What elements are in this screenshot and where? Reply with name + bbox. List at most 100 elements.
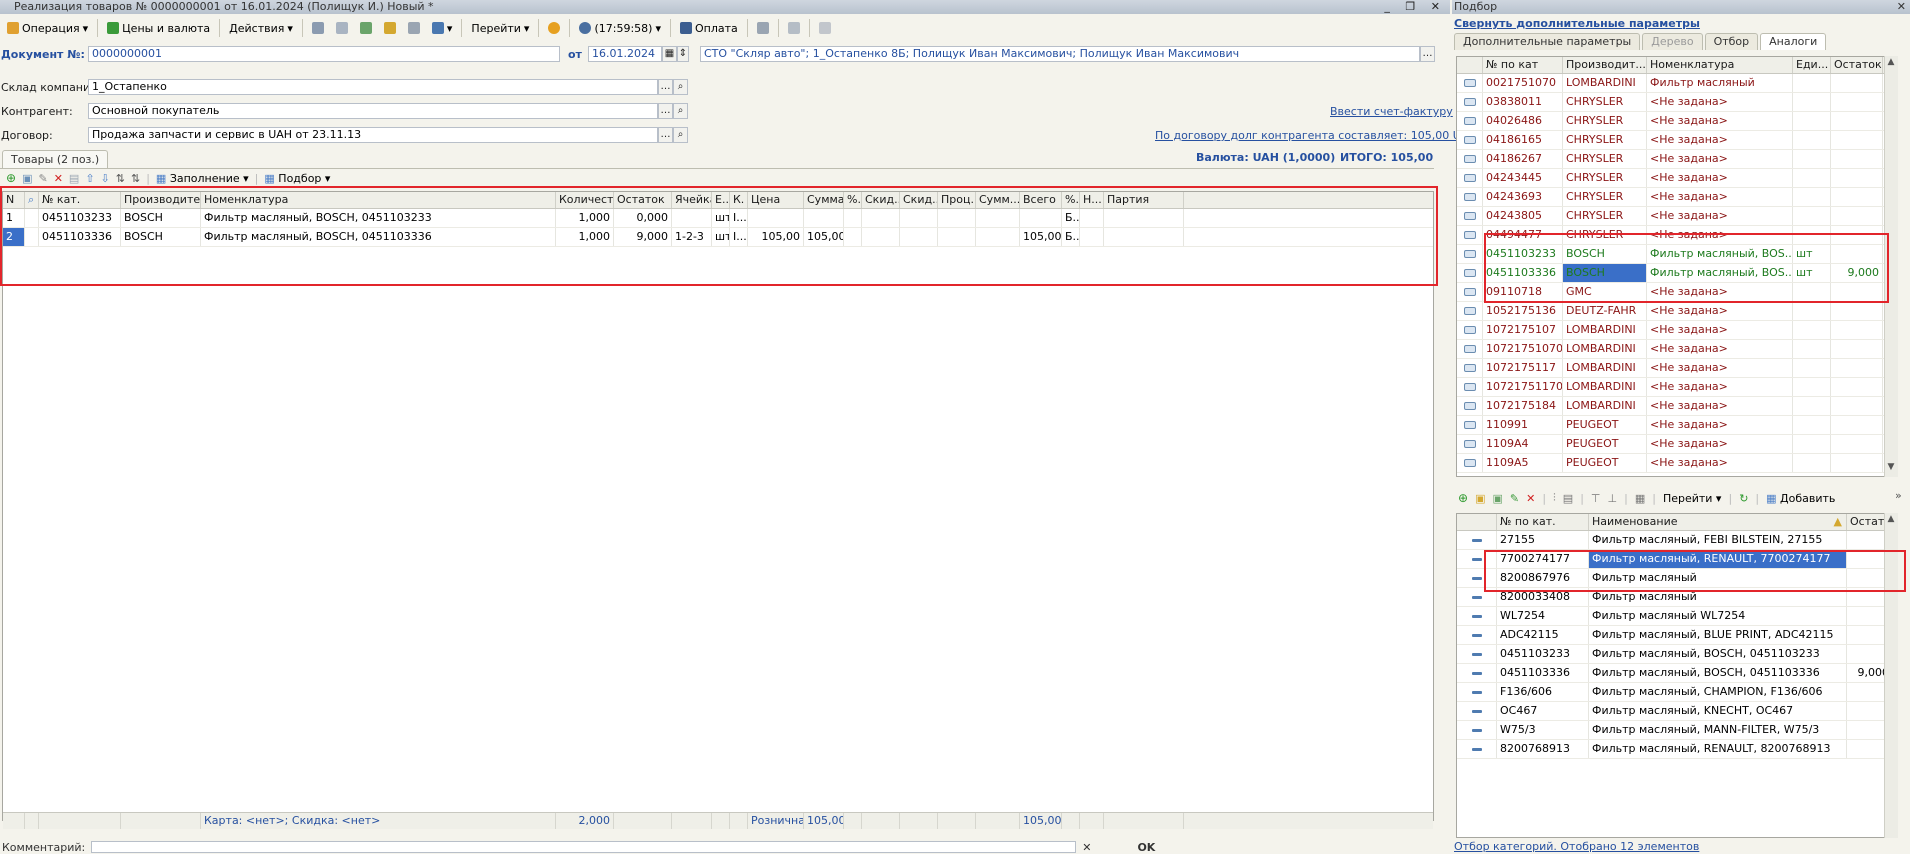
table-cell[interactable]: Фильтр масляный, BOSCH, 0451103336 xyxy=(201,228,556,246)
table-cell[interactable]: LOMBARDINI xyxy=(1563,74,1647,92)
table-cell[interactable]: Фильтр масляный xyxy=(1647,74,1793,92)
structure-button[interactable]: ▾ xyxy=(427,18,458,38)
list-item[interactable]: WL7254 Фильтр масляный WL7254 xyxy=(1457,607,1897,626)
table-cell[interactable]: Фильтр масляный xyxy=(1589,569,1847,587)
list-item[interactable]: F136/606 Фильтр масляный, CHAMPION, F136/… xyxy=(1457,683,1897,702)
time-button[interactable]: (17:59:58) ▾ xyxy=(574,18,666,38)
table-cell[interactable]: <Не задана> xyxy=(1647,340,1793,358)
table-icon[interactable] xyxy=(783,18,805,38)
sort-asc-icon[interactable]: ⇅ xyxy=(116,172,125,185)
column-header[interactable]: Номенклатура xyxy=(201,192,556,208)
list-item[interactable]: 03838011 CHRYSLER <Не задана> xyxy=(1457,93,1897,112)
table-cell[interactable]: 1072175107 xyxy=(1483,321,1563,339)
table-cell[interactable]: 0451103336 xyxy=(1497,664,1589,682)
list-item[interactable]: 0451103233 Фильтр масляный, BOSCH, 045110… xyxy=(1457,645,1897,664)
table-cell[interactable]: Фильтр масляный xyxy=(1589,588,1847,606)
search-icon[interactable]: ⌕ xyxy=(673,127,688,143)
table-cell[interactable] xyxy=(1831,93,1883,111)
table-cell[interactable] xyxy=(1831,283,1883,301)
table-cell[interactable]: Фильтр масляный, RENAULT, 7700274177 xyxy=(1589,550,1847,568)
table-cell[interactable] xyxy=(1080,209,1104,227)
doc-date-field[interactable]: 16.01.2024 xyxy=(588,46,662,62)
table-cell[interactable]: 09110718 xyxy=(1483,283,1563,301)
table-cell[interactable] xyxy=(1831,321,1883,339)
table-cell[interactable] xyxy=(1793,283,1831,301)
catalog-scrollbar[interactable]: ▲ xyxy=(1884,513,1898,838)
table-cell[interactable]: Фильтр масляный, BOSCH, 0451103233 xyxy=(1589,645,1847,663)
column-header[interactable]: № кат. xyxy=(39,192,121,208)
copy-icon[interactable]: ▣ xyxy=(1492,492,1502,505)
table-cell[interactable] xyxy=(1831,454,1883,472)
add-folder-icon[interactable]: ▣ xyxy=(1475,492,1485,505)
pick-button[interactable]: ▦ Подбор ▾ xyxy=(264,172,330,185)
help-icon[interactable] xyxy=(543,18,565,38)
table-cell[interactable]: <Не задана> xyxy=(1647,321,1793,339)
analogs-scrollbar[interactable]: ▲ ▼ xyxy=(1884,56,1898,477)
invoice-link[interactable]: Ввести счет-фактуру xyxy=(1330,105,1453,118)
table-cell[interactable]: шт xyxy=(1793,245,1831,263)
column-header[interactable] xyxy=(1457,57,1483,73)
table-cell[interactable]: 1-2-3 xyxy=(672,228,712,246)
list-item[interactable]: 04186267 CHRYSLER <Не задана> xyxy=(1457,150,1897,169)
table-cell[interactable]: <Не задана> xyxy=(1647,169,1793,187)
table-cell[interactable] xyxy=(1793,378,1831,396)
list-item[interactable]: 27155 Фильтр масляный, FEBI BILSTEIN, 271… xyxy=(1457,531,1897,550)
table-cell[interactable] xyxy=(1831,226,1883,244)
table-cell[interactable]: 04186165 xyxy=(1483,131,1563,149)
move-up-icon[interactable]: ⇧ xyxy=(85,172,94,185)
table-cell[interactable] xyxy=(1793,74,1831,92)
grid-icon[interactable] xyxy=(814,18,836,38)
table-cell[interactable]: Фильтр масляный, BOSCH, 0451103233 xyxy=(201,209,556,227)
list-item[interactable]: 7700274177 Фильтр масляный, RENAULT, 7700… xyxy=(1457,550,1897,569)
table-cell[interactable] xyxy=(1831,74,1883,92)
table-cell[interactable]: 04243445 xyxy=(1483,169,1563,187)
table-cell[interactable] xyxy=(1793,131,1831,149)
table-cell[interactable]: 03838011 xyxy=(1483,93,1563,111)
column-header[interactable]: Производитель xyxy=(121,192,201,208)
scroll-track[interactable] xyxy=(1885,68,1898,461)
table-cell[interactable]: 1,000 xyxy=(556,228,614,246)
table-cell[interactable]: Фильтр масляный, BOS... xyxy=(1647,264,1793,282)
table-cell[interactable]: 110991 xyxy=(1483,416,1563,434)
table-cell[interactable]: PEUGEOT xyxy=(1563,416,1647,434)
table-cell[interactable]: 7700274177 xyxy=(1497,550,1589,568)
table-cell[interactable]: BOSCH xyxy=(121,228,201,246)
table-cell[interactable]: BOSCH xyxy=(1563,245,1647,263)
column-header[interactable]: № по кат xyxy=(1483,57,1563,73)
table-cell[interactable] xyxy=(900,209,938,227)
table-cell[interactable]: F136/606 xyxy=(1497,683,1589,701)
table-cell[interactable]: Фильтр масляный, BOS... xyxy=(1647,245,1793,263)
table-cell[interactable]: 8200768913 xyxy=(1497,740,1589,758)
column-header[interactable]: Остаток xyxy=(1831,57,1883,73)
prices-button[interactable]: Цены и валюта xyxy=(102,18,215,38)
tab-tree[interactable]: Дерево xyxy=(1642,33,1703,50)
table-cell[interactable]: LOMBARDINI xyxy=(1563,340,1647,358)
move-to-folder-icon[interactable]: ▤ xyxy=(1563,492,1573,505)
list-item[interactable]: 1109A4 PEUGEOT <Не задана> xyxy=(1457,435,1897,454)
table-cell[interactable]: 9,000 xyxy=(1831,264,1883,282)
table-cell[interactable]: Фильтр масляный, MANN-FILTER, W75/3 xyxy=(1589,721,1847,739)
table-cell[interactable]: 1109A5 xyxy=(1483,454,1563,472)
table-cell[interactable]: <Не задана> xyxy=(1647,416,1793,434)
list-icon[interactable] xyxy=(331,18,353,38)
search-icon[interactable]: ⌕ xyxy=(673,103,688,119)
copy-icon[interactable] xyxy=(355,18,377,38)
table-cell[interactable]: Б... xyxy=(1062,209,1080,227)
table-cell[interactable]: PEUGEOT xyxy=(1563,454,1647,472)
contract-field[interactable]: Продажа запчасти и сервис в UAH от 23.11… xyxy=(88,127,658,143)
table-cell[interactable]: I... xyxy=(730,209,748,227)
table-cell[interactable] xyxy=(1020,209,1062,227)
list-item[interactable]: 04494477 CHRYSLER <Не задана> xyxy=(1457,226,1897,245)
table-cell[interactable] xyxy=(938,209,976,227)
table-cell[interactable]: <Не задана> xyxy=(1647,112,1793,130)
column-header[interactable]: № по кат. xyxy=(1497,514,1589,530)
add-icon[interactable]: ⊕ xyxy=(1458,491,1468,505)
table-cell[interactable] xyxy=(1793,435,1831,453)
table-cell[interactable]: I... xyxy=(730,228,748,246)
table-cell[interactable]: 0,000 xyxy=(614,209,672,227)
scroll-down-icon[interactable]: ▼ xyxy=(1885,461,1897,473)
list-item[interactable]: 04243445 CHRYSLER <Не задана> xyxy=(1457,169,1897,188)
edit-icon[interactable]: ✎ xyxy=(38,172,47,185)
table-cell[interactable]: 1,000 xyxy=(556,209,614,227)
table-cell[interactable]: 1052175136 xyxy=(1483,302,1563,320)
